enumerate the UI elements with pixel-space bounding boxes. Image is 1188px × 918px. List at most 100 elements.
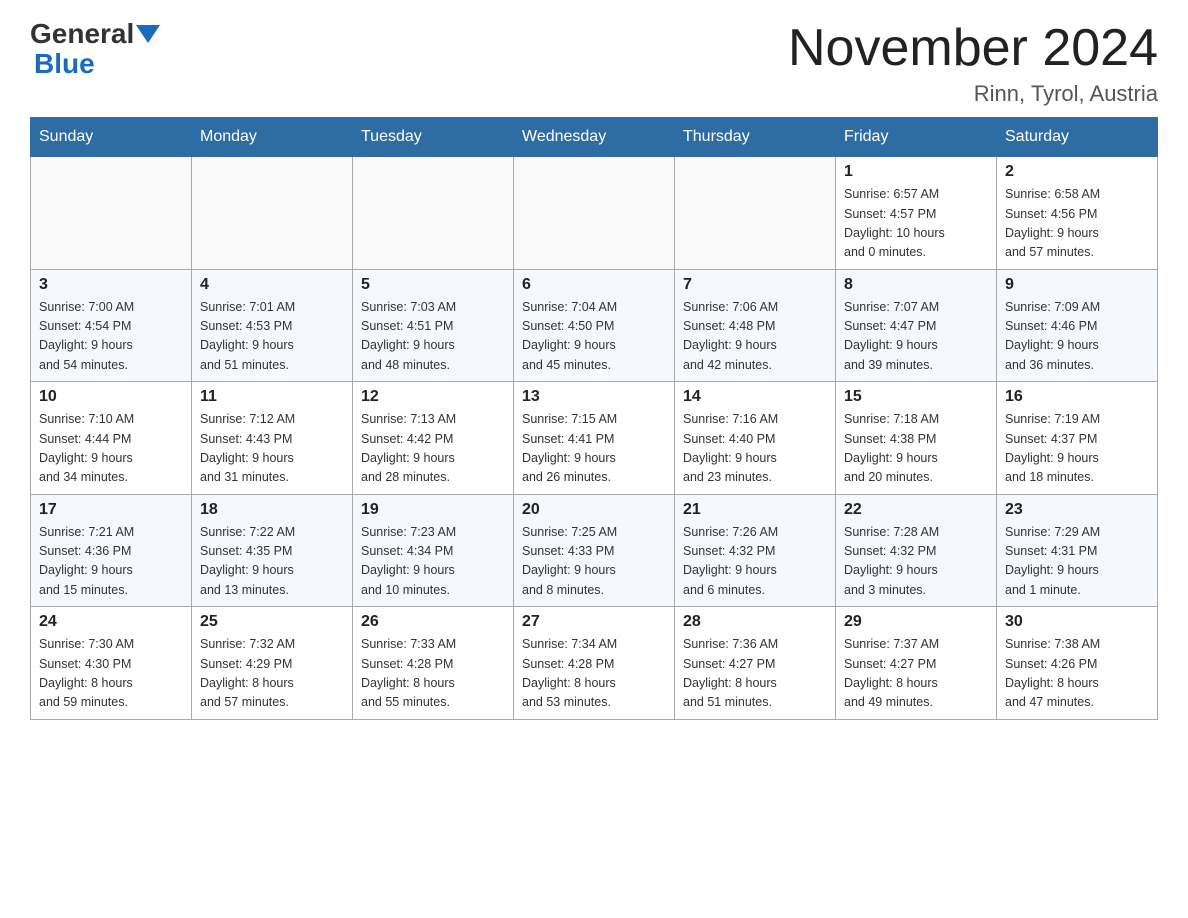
day-number: 11	[200, 388, 344, 406]
day-info: Sunrise: 7:30 AM Sunset: 4:30 PM Dayligh…	[39, 635, 183, 713]
day-info: Sunrise: 6:57 AM Sunset: 4:57 PM Dayligh…	[844, 185, 988, 263]
logo: General Blue	[30, 20, 160, 80]
calendar-cell: 20Sunrise: 7:25 AM Sunset: 4:33 PM Dayli…	[514, 494, 675, 607]
day-number: 8	[844, 276, 988, 294]
day-info: Sunrise: 7:36 AM Sunset: 4:27 PM Dayligh…	[683, 635, 827, 713]
calendar-cell: 28 Sunrise: 7:36 AM Sunset: 4:27 PM Dayli…	[675, 607, 836, 720]
calendar-cell: 4 Sunrise: 7:01 AM Sunset: 4:53 PM Daylig…	[192, 269, 353, 382]
day-number: 25	[200, 613, 344, 631]
location: Rinn, Tyrol, Austria	[788, 81, 1158, 107]
day-info: Sunrise: 7:28 AM Sunset: 4:32 PM Dayligh…	[844, 523, 988, 601]
calendar-cell: 26 Sunrise: 7:33 AM Sunset: 4:28 PM Dayli…	[353, 607, 514, 720]
calendar-cell	[31, 157, 192, 270]
calendar-cell: 14 Sunrise: 7:16 AM Sunset: 4:40 PM Dayli…	[675, 382, 836, 495]
logo-name-general: General	[30, 20, 134, 48]
month-title: November 2024	[788, 20, 1158, 77]
day-info: Sunrise: 7:09 AM Sunset: 4:46 PM Dayligh…	[1005, 298, 1149, 376]
calendar-row: 3Sunrise: 7:00 AM Sunset: 4:54 PM Daylig…	[31, 269, 1158, 382]
day-info: Sunrise: 7:37 AM Sunset: 4:27 PM Dayligh…	[844, 635, 988, 713]
calendar-cell: 9 Sunrise: 7:09 AM Sunset: 4:46 PM Daylig…	[997, 269, 1158, 382]
day-info: Sunrise: 7:06 AM Sunset: 4:48 PM Dayligh…	[683, 298, 827, 376]
day-number: 29	[844, 613, 988, 631]
calendar-cell: 8 Sunrise: 7:07 AM Sunset: 4:47 PM Daylig…	[836, 269, 997, 382]
day-number: 4	[200, 276, 344, 294]
calendar-cell: 13 Sunrise: 7:15 AM Sunset: 4:41 PM Dayli…	[514, 382, 675, 495]
calendar-cell: 17 Sunrise: 7:21 AM Sunset: 4:36 PM Dayli…	[31, 494, 192, 607]
day-number: 14	[683, 388, 827, 406]
day-info: Sunrise: 7:22 AM Sunset: 4:35 PM Dayligh…	[200, 523, 344, 601]
day-info: Sunrise: 7:12 AM Sunset: 4:43 PM Dayligh…	[200, 410, 344, 488]
calendar-cell: 19 Sunrise: 7:23 AM Sunset: 4:34 PM Dayli…	[353, 494, 514, 607]
calendar-cell: 10 Sunrise: 7:10 AM Sunset: 4:44 PM Dayli…	[31, 382, 192, 495]
calendar-cell: 11 Sunrise: 7:12 AM Sunset: 4:43 PM Dayli…	[192, 382, 353, 495]
calendar-cell: 22 Sunrise: 7:28 AM Sunset: 4:32 PM Dayli…	[836, 494, 997, 607]
day-info: Sunrise: 7:16 AM Sunset: 4:40 PM Dayligh…	[683, 410, 827, 488]
day-number: 9	[1005, 276, 1149, 294]
calendar-cell: 30Sunrise: 7:38 AM Sunset: 4:26 PM Dayli…	[997, 607, 1158, 720]
calendar-row: 17 Sunrise: 7:21 AM Sunset: 4:36 PM Dayli…	[31, 494, 1158, 607]
day-info: Sunrise: 7:32 AM Sunset: 4:29 PM Dayligh…	[200, 635, 344, 713]
logo-name-blue: Blue	[34, 48, 95, 80]
calendar-cell	[514, 157, 675, 270]
day-info: Sunrise: 7:33 AM Sunset: 4:28 PM Dayligh…	[361, 635, 505, 713]
calendar-cell: 2 Sunrise: 6:58 AM Sunset: 4:56 PM Daylig…	[997, 157, 1158, 270]
day-info: Sunrise: 7:21 AM Sunset: 4:36 PM Dayligh…	[39, 523, 183, 601]
calendar-cell	[192, 157, 353, 270]
calendar-cell	[675, 157, 836, 270]
day-number: 20	[522, 501, 666, 519]
day-number: 10	[39, 388, 183, 406]
page-header: General Blue November 2024 Rinn, Tyrol, …	[30, 20, 1158, 107]
day-number: 21	[683, 501, 827, 519]
calendar-cell: 15 Sunrise: 7:18 AM Sunset: 4:38 PM Dayli…	[836, 382, 997, 495]
logo-triangle-icon	[136, 25, 160, 43]
weekday-header-wednesday: Wednesday	[514, 118, 675, 157]
title-block: November 2024 Rinn, Tyrol, Austria	[788, 20, 1158, 107]
day-info: Sunrise: 7:01 AM Sunset: 4:53 PM Dayligh…	[200, 298, 344, 376]
day-number: 28	[683, 613, 827, 631]
day-info: Sunrise: 7:18 AM Sunset: 4:38 PM Dayligh…	[844, 410, 988, 488]
calendar-cell: 16Sunrise: 7:19 AM Sunset: 4:37 PM Dayli…	[997, 382, 1158, 495]
calendar-row: 10 Sunrise: 7:10 AM Sunset: 4:44 PM Dayli…	[31, 382, 1158, 495]
calendar-row: 24 Sunrise: 7:30 AM Sunset: 4:30 PM Dayli…	[31, 607, 1158, 720]
calendar-cell: 5 Sunrise: 7:03 AM Sunset: 4:51 PM Daylig…	[353, 269, 514, 382]
day-info: Sunrise: 7:23 AM Sunset: 4:34 PM Dayligh…	[361, 523, 505, 601]
day-number: 6	[522, 276, 666, 294]
calendar-header-row: SundayMondayTuesdayWednesdayThursdayFrid…	[31, 118, 1158, 157]
day-info: Sunrise: 7:19 AM Sunset: 4:37 PM Dayligh…	[1005, 410, 1149, 488]
calendar-cell: 12 Sunrise: 7:13 AM Sunset: 4:42 PM Dayli…	[353, 382, 514, 495]
day-number: 7	[683, 276, 827, 294]
day-number: 13	[522, 388, 666, 406]
calendar-cell: 21 Sunrise: 7:26 AM Sunset: 4:32 PM Dayli…	[675, 494, 836, 607]
weekday-header-monday: Monday	[192, 118, 353, 157]
day-info: Sunrise: 7:10 AM Sunset: 4:44 PM Dayligh…	[39, 410, 183, 488]
day-number: 22	[844, 501, 988, 519]
day-number: 15	[844, 388, 988, 406]
weekday-header-tuesday: Tuesday	[353, 118, 514, 157]
day-number: 12	[361, 388, 505, 406]
weekday-header-friday: Friday	[836, 118, 997, 157]
day-info: Sunrise: 7:07 AM Sunset: 4:47 PM Dayligh…	[844, 298, 988, 376]
day-info: Sunrise: 7:15 AM Sunset: 4:41 PM Dayligh…	[522, 410, 666, 488]
weekday-header-saturday: Saturday	[997, 118, 1158, 157]
calendar-cell: 18Sunrise: 7:22 AM Sunset: 4:35 PM Dayli…	[192, 494, 353, 607]
weekday-header-thursday: Thursday	[675, 118, 836, 157]
calendar-cell	[353, 157, 514, 270]
day-info: Sunrise: 7:13 AM Sunset: 4:42 PM Dayligh…	[361, 410, 505, 488]
day-number: 3	[39, 276, 183, 294]
day-info: Sunrise: 7:04 AM Sunset: 4:50 PM Dayligh…	[522, 298, 666, 376]
day-info: Sunrise: 6:58 AM Sunset: 4:56 PM Dayligh…	[1005, 185, 1149, 263]
day-number: 17	[39, 501, 183, 519]
calendar-cell: 29 Sunrise: 7:37 AM Sunset: 4:27 PM Dayli…	[836, 607, 997, 720]
day-number: 5	[361, 276, 505, 294]
day-number: 24	[39, 613, 183, 631]
calendar-cell: 27Sunrise: 7:34 AM Sunset: 4:28 PM Dayli…	[514, 607, 675, 720]
day-number: 2	[1005, 163, 1149, 181]
day-info: Sunrise: 7:26 AM Sunset: 4:32 PM Dayligh…	[683, 523, 827, 601]
day-info: Sunrise: 7:03 AM Sunset: 4:51 PM Dayligh…	[361, 298, 505, 376]
day-number: 30	[1005, 613, 1149, 631]
calendar-row: 1Sunrise: 6:57 AM Sunset: 4:57 PM Daylig…	[31, 157, 1158, 270]
day-number: 23	[1005, 501, 1149, 519]
calendar-table: SundayMondayTuesdayWednesdayThursdayFrid…	[30, 117, 1158, 720]
day-number: 26	[361, 613, 505, 631]
day-number: 19	[361, 501, 505, 519]
